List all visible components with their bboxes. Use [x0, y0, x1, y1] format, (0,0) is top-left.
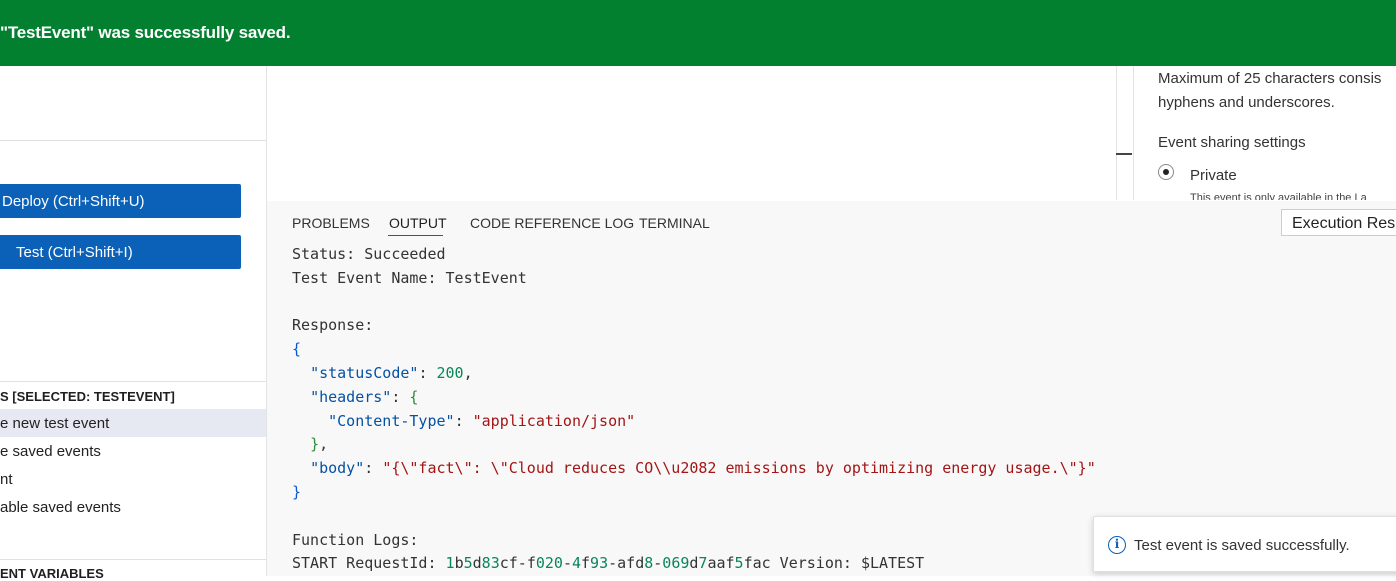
info-icon: i — [1108, 536, 1126, 554]
tab-terminal[interactable]: TERMINAL — [639, 215, 710, 231]
deploy-button[interactable]: Deploy (Ctrl+Shift+U) — [0, 184, 241, 218]
test-event-panel: Maximum of 25 characters consis hyphens … — [1116, 66, 1396, 200]
environment-variables-header: ENT VARIABLES — [0, 566, 104, 581]
test-events-header: S [SELECTED: TESTEVENT] — [0, 389, 175, 404]
private-saved-events-item[interactable]: e saved events — [0, 437, 266, 465]
tab-code-reference-log[interactable]: CODE REFERENCE LOG — [470, 215, 634, 231]
tab-output[interactable]: OUTPUT — [389, 215, 447, 231]
body-value: "{\"fact\": \"Cloud reduces CO\\u2082 em… — [382, 459, 1096, 478]
request-id: 1b5d83cf-f020-4f93-afd8-069d7aaf5fac — [445, 554, 771, 573]
success-banner: "TestEvent" was successfully saved. — [0, 0, 1396, 66]
event-name-hint: Maximum of 25 characters consis — [1158, 70, 1382, 87]
execution-result-log: Status: Succeeded Test Event Name: TestE… — [292, 245, 1096, 573]
event-sharing-label: Event sharing settings — [1158, 134, 1306, 151]
divider — [0, 381, 266, 382]
divider — [0, 559, 266, 560]
content-type-value: "application/json" — [472, 411, 636, 430]
private-description: This event is only available in the La — [1190, 192, 1367, 200]
create-new-test-event-item[interactable]: e new test event — [0, 409, 266, 437]
output-view-select[interactable]: Execution Resu — [1281, 209, 1396, 236]
toast-message: Test event is saved successfully. — [1134, 537, 1350, 554]
private-radio[interactable] — [1158, 164, 1174, 180]
test-button[interactable]: Test (Ctrl+Shift+I) — [0, 235, 241, 269]
status-line: Status: Succeeded — [292, 245, 446, 263]
left-sidebar: Deploy (Ctrl+Shift+U) Test (Ctrl+Shift+I… — [0, 66, 267, 581]
shareable-saved-events-item[interactable]: able saved events — [0, 493, 266, 521]
divider — [0, 140, 266, 141]
private-radio-label[interactable]: Private — [1190, 167, 1237, 184]
test-event-name-line: Test Event Name: TestEvent — [292, 268, 527, 287]
active-tab-indicator — [388, 235, 443, 236]
code-editor[interactable] — [267, 66, 1116, 200]
version-value: $LATEST — [860, 554, 925, 573]
tab-problems[interactable]: PROBLEMS — [292, 215, 370, 231]
banner-message: "TestEvent" was successfully saved. — [0, 23, 291, 42]
panel-splitter-handle[interactable] — [1116, 153, 1132, 155]
function-logs-label: Function Logs: — [292, 530, 419, 549]
response-label: Response: — [292, 316, 374, 335]
toast-notification: i Test event is saved successfully. — [1093, 516, 1396, 572]
event-name-hint: hyphens and underscores. — [1158, 94, 1335, 111]
event-settings: Maximum of 25 characters consis hyphens … — [1133, 66, 1396, 200]
status-code-value: 200 — [436, 363, 464, 382]
test-event-item[interactable]: nt — [0, 465, 266, 493]
